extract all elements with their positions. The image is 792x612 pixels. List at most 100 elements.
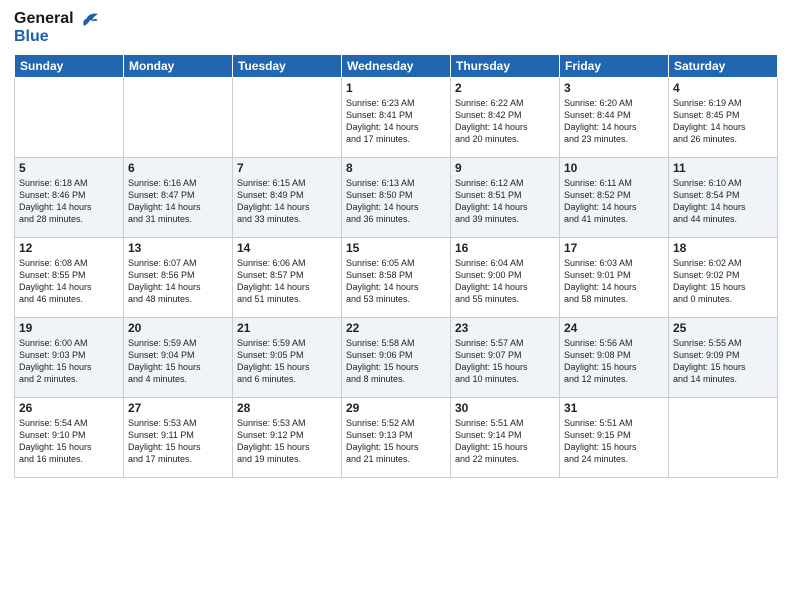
- calendar-cell: 14 Sunrise: 6:06 AM Sunset: 8:57 PM Dayli…: [233, 238, 342, 318]
- day-info: Sunrise: 5:52 AM Sunset: 9:13 PM Dayligh…: [346, 417, 446, 466]
- calendar-cell: 3 Sunrise: 6:20 AM Sunset: 8:44 PM Daylig…: [560, 78, 669, 158]
- day-number: 6: [128, 161, 228, 175]
- day-header-friday: Friday: [560, 55, 669, 78]
- day-number: 13: [128, 241, 228, 255]
- day-info: Sunrise: 6:02 AM Sunset: 9:02 PM Dayligh…: [673, 257, 773, 306]
- calendar: SundayMondayTuesdayWednesdayThursdayFrid…: [14, 54, 778, 478]
- day-info: Sunrise: 5:55 AM Sunset: 9:09 PM Dayligh…: [673, 337, 773, 386]
- day-number: 24: [564, 321, 664, 335]
- day-info: Sunrise: 5:53 AM Sunset: 9:12 PM Dayligh…: [237, 417, 337, 466]
- calendar-cell: 23Sunrise: 5:57 AM Sunset: 9:07 PM Dayli…: [451, 318, 560, 398]
- day-number: 7: [237, 161, 337, 175]
- day-number: 30: [455, 401, 555, 415]
- calendar-cell: 29 Sunrise: 5:52 AM Sunset: 9:13 PM Dayli…: [342, 398, 451, 478]
- calendar-cell: 13 Sunrise: 6:07 AM Sunset: 8:56 PM Dayli…: [124, 238, 233, 318]
- calendar-cell: [15, 78, 124, 158]
- day-info: Sunrise: 6:06 AM Sunset: 8:57 PM Dayligh…: [237, 257, 337, 306]
- calendar-cell: 8 Sunrise: 6:13 AM Sunset: 8:50 PM Daylig…: [342, 158, 451, 238]
- day-number: 21: [237, 321, 337, 335]
- calendar-cell: 17 Sunrise: 6:03 AM Sunset: 9:01 PM Dayli…: [560, 238, 669, 318]
- calendar-week-4: 19 Sunrise: 6:00 AM Sunset: 9:03 PM Dayli…: [15, 318, 778, 398]
- calendar-cell: 11 Sunrise: 6:10 AM Sunset: 8:54 PM Dayli…: [669, 158, 778, 238]
- day-number: 19: [19, 321, 119, 335]
- day-header-wednesday: Wednesday: [342, 55, 451, 78]
- day-number: 15: [346, 241, 446, 255]
- calendar-cell: 25 Sunrise: 5:55 AM Sunset: 9:09 PM Dayli…: [669, 318, 778, 398]
- calendar-cell: 7 Sunrise: 6:15 AM Sunset: 8:49 PM Daylig…: [233, 158, 342, 238]
- logo-blue-text: Blue: [14, 28, 49, 46]
- day-info: Sunrise: 6:05 AM Sunset: 8:58 PM Dayligh…: [346, 257, 446, 306]
- day-number: 23: [455, 321, 555, 335]
- day-info: Sunrise: 6:13 AM Sunset: 8:50 PM Dayligh…: [346, 177, 446, 226]
- calendar-cell: 27Sunrise: 5:53 AM Sunset: 9:11 PM Dayli…: [124, 398, 233, 478]
- day-number: 9: [455, 161, 555, 175]
- calendar-week-2: 5 Sunrise: 6:18 AM Sunset: 8:46 PM Daylig…: [15, 158, 778, 238]
- day-info: Sunrise: 6:11 AM Sunset: 8:52 PM Dayligh…: [564, 177, 664, 226]
- day-info: Sunrise: 6:20 AM Sunset: 8:44 PM Dayligh…: [564, 97, 664, 146]
- day-number: 29: [346, 401, 446, 415]
- day-number: 20: [128, 321, 228, 335]
- day-info: Sunrise: 6:16 AM Sunset: 8:47 PM Dayligh…: [128, 177, 228, 226]
- day-info: Sunrise: 5:56 AM Sunset: 9:08 PM Dayligh…: [564, 337, 664, 386]
- day-number: 16: [455, 241, 555, 255]
- day-info: Sunrise: 6:15 AM Sunset: 8:49 PM Dayligh…: [237, 177, 337, 226]
- calendar-cell: 20 Sunrise: 5:59 AM Sunset: 9:04 PM Dayli…: [124, 318, 233, 398]
- calendar-cell: 18 Sunrise: 6:02 AM Sunset: 9:02 PM Dayli…: [669, 238, 778, 318]
- day-info: Sunrise: 5:53 AM Sunset: 9:11 PM Dayligh…: [128, 417, 228, 466]
- day-info: Sunrise: 6:10 AM Sunset: 8:54 PM Dayligh…: [673, 177, 773, 226]
- day-number: 2: [455, 81, 555, 95]
- page-container: General Blue SundayMondayTuesdayWednesda…: [0, 0, 792, 612]
- calendar-cell: 2Sunrise: 6:22 AM Sunset: 8:42 PM Daylig…: [451, 78, 560, 158]
- day-info: Sunrise: 5:58 AM Sunset: 9:06 PM Dayligh…: [346, 337, 446, 386]
- calendar-cell: 19 Sunrise: 6:00 AM Sunset: 9:03 PM Dayli…: [15, 318, 124, 398]
- day-info: Sunrise: 6:23 AM Sunset: 8:41 PM Dayligh…: [346, 97, 446, 146]
- calendar-cell: 15 Sunrise: 6:05 AM Sunset: 8:58 PM Dayli…: [342, 238, 451, 318]
- day-info: Sunrise: 6:03 AM Sunset: 9:01 PM Dayligh…: [564, 257, 664, 306]
- day-number: 3: [564, 81, 664, 95]
- day-info: Sunrise: 6:12 AM Sunset: 8:51 PM Dayligh…: [455, 177, 555, 226]
- calendar-cell: [124, 78, 233, 158]
- calendar-cell: 21Sunrise: 5:59 AM Sunset: 9:05 PM Dayli…: [233, 318, 342, 398]
- day-header-thursday: Thursday: [451, 55, 560, 78]
- day-header-sunday: Sunday: [15, 55, 124, 78]
- calendar-week-3: 12 Sunrise: 6:08 AM Sunset: 8:55 PM Dayli…: [15, 238, 778, 318]
- day-info: Sunrise: 5:59 AM Sunset: 9:04 PM Dayligh…: [128, 337, 228, 386]
- day-number: 26: [19, 401, 119, 415]
- calendar-cell: 26Sunrise: 5:54 AM Sunset: 9:10 PM Dayli…: [15, 398, 124, 478]
- day-number: 1: [346, 81, 446, 95]
- day-number: 31: [564, 401, 664, 415]
- calendar-cell: [233, 78, 342, 158]
- calendar-cell: 24 Sunrise: 5:56 AM Sunset: 9:08 PM Dayli…: [560, 318, 669, 398]
- calendar-cell: 6 Sunrise: 6:16 AM Sunset: 8:47 PM Daylig…: [124, 158, 233, 238]
- calendar-cell: 9 Sunrise: 6:12 AM Sunset: 8:51 PM Daylig…: [451, 158, 560, 238]
- calendar-cell: 22Sunrise: 5:58 AM Sunset: 9:06 PM Dayli…: [342, 318, 451, 398]
- day-number: 18: [673, 241, 773, 255]
- calendar-cell: 5 Sunrise: 6:18 AM Sunset: 8:46 PM Daylig…: [15, 158, 124, 238]
- calendar-header-row: SundayMondayTuesdayWednesdayThursdayFrid…: [15, 55, 778, 78]
- day-number: 12: [19, 241, 119, 255]
- day-number: 8: [346, 161, 446, 175]
- calendar-cell: 10Sunrise: 6:11 AM Sunset: 8:52 PM Dayli…: [560, 158, 669, 238]
- day-number: 17: [564, 241, 664, 255]
- header: General Blue: [14, 10, 778, 46]
- logo-bird-icon: [76, 10, 98, 28]
- day-info: Sunrise: 6:07 AM Sunset: 8:56 PM Dayligh…: [128, 257, 228, 306]
- day-info: Sunrise: 6:00 AM Sunset: 9:03 PM Dayligh…: [19, 337, 119, 386]
- day-header-saturday: Saturday: [669, 55, 778, 78]
- calendar-week-1: 1 Sunrise: 6:23 AM Sunset: 8:41 PM Daylig…: [15, 78, 778, 158]
- calendar-week-5: 26Sunrise: 5:54 AM Sunset: 9:10 PM Dayli…: [15, 398, 778, 478]
- calendar-cell: [669, 398, 778, 478]
- day-header-tuesday: Tuesday: [233, 55, 342, 78]
- day-number: 11: [673, 161, 773, 175]
- calendar-cell: 1 Sunrise: 6:23 AM Sunset: 8:41 PM Daylig…: [342, 78, 451, 158]
- calendar-cell: 28 Sunrise: 5:53 AM Sunset: 9:12 PM Dayli…: [233, 398, 342, 478]
- day-info: Sunrise: 6:04 AM Sunset: 9:00 PM Dayligh…: [455, 257, 555, 306]
- day-number: 5: [19, 161, 119, 175]
- day-number: 25: [673, 321, 773, 335]
- day-number: 14: [237, 241, 337, 255]
- calendar-cell: 31Sunrise: 5:51 AM Sunset: 9:15 PM Dayli…: [560, 398, 669, 478]
- calendar-cell: 16 Sunrise: 6:04 AM Sunset: 9:00 PM Dayli…: [451, 238, 560, 318]
- day-number: 28: [237, 401, 337, 415]
- day-info: Sunrise: 6:08 AM Sunset: 8:55 PM Dayligh…: [19, 257, 119, 306]
- day-info: Sunrise: 6:18 AM Sunset: 8:46 PM Dayligh…: [19, 177, 119, 226]
